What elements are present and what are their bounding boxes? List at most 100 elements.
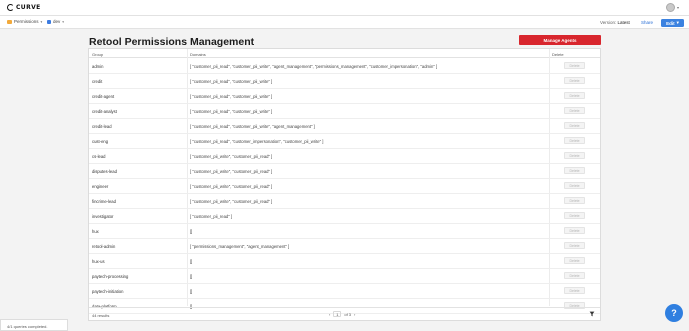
group-cell: investigator — [92, 214, 114, 219]
domains-cell: [ "customer_pii_read" ] — [190, 214, 233, 219]
table-row[interactable]: cs-lead [ "customer_pii_write", "customer… — [89, 149, 600, 164]
delete-button[interactable]: Delete — [564, 107, 585, 114]
domains-cell: [ "customer_pii_write", "customer_pii_re… — [190, 184, 273, 189]
share-button[interactable]: Share — [641, 20, 653, 25]
folder-icon — [7, 19, 12, 24]
lock-icon — [47, 19, 51, 24]
column-header-group[interactable]: Group — [92, 52, 103, 57]
logo[interactable]: CURVE — [7, 4, 41, 11]
delete-button[interactable]: Delete — [564, 62, 585, 69]
chevron-down-icon: ▾ — [62, 19, 65, 24]
group-cell: hux-us — [92, 259, 105, 264]
version-label: Version: — [600, 20, 617, 25]
domains-cell: [ "customer_pii_read", "customer_pii_wri… — [190, 64, 438, 69]
table-row[interactable]: fincrime-lead [ "customer_pii_write", "cu… — [89, 194, 600, 209]
version-value: Latest — [617, 20, 630, 25]
next-page-icon[interactable]: › — [354, 312, 355, 317]
domains-cell: [] — [190, 259, 193, 264]
group-cell: credit-agent — [92, 94, 115, 99]
breadcrumb-folder[interactable]: Permissions ▾ — [7, 19, 42, 24]
environment-select[interactable]: dev ▾ — [47, 19, 64, 24]
help-button[interactable]: ? — [665, 304, 683, 322]
avatar[interactable] — [666, 3, 675, 12]
delete-button[interactable]: Delete — [564, 122, 585, 129]
logo-text: CURVE — [16, 4, 41, 11]
delete-button[interactable]: Delete — [564, 212, 585, 219]
domains-cell: [ "customer_pii_read", "customer_pii_wri… — [190, 124, 315, 129]
group-cell: admin — [92, 64, 104, 69]
group-cell: credit — [92, 79, 103, 84]
app-header: Permissions ▾ dev ▾ Version: Latest Shar… — [0, 16, 689, 29]
domains-cell: [ "customer_pii_read", "customer_pii_wri… — [190, 94, 273, 99]
top-bar: CURVE ▾ — [0, 0, 689, 16]
curve-logo-icon — [7, 4, 14, 11]
delete-button[interactable]: Delete — [564, 182, 585, 189]
breadcrumb-folder-label: Permissions — [14, 19, 39, 24]
delete-button[interactable]: Delete — [564, 257, 585, 264]
table-footer: 44 results ‹ 1 of 3 › — [89, 307, 600, 320]
table-row[interactable]: credit-lead [ "customer_pii_read", "custo… — [89, 119, 600, 134]
previous-page-icon[interactable]: ‹ — [329, 312, 330, 317]
domains-cell: [] — [190, 289, 193, 294]
domains-cell: [ "customer_pii_write", "customer_pii_re… — [190, 154, 273, 159]
group-cell: fincrime-lead — [92, 199, 116, 204]
group-cell: cust-eng — [92, 139, 109, 144]
table-row[interactable]: cust-eng [ "customer_pii_read", "customer… — [89, 134, 600, 149]
table-row[interactable]: paytech-initiation [] Delete — [89, 284, 600, 299]
delete-button[interactable]: Delete — [564, 242, 585, 249]
table-row[interactable]: disputes-lead [ "customer_pii_write", "cu… — [89, 164, 600, 179]
version-selector[interactable]: Version: Latest — [600, 20, 630, 25]
domains-cell: [] — [190, 229, 193, 234]
delete-button[interactable]: Delete — [564, 137, 585, 144]
delete-button[interactable]: Delete — [564, 272, 585, 279]
table-row[interactable]: credit-analyst [ "customer_pii_read", "cu… — [89, 104, 600, 119]
delete-button[interactable]: Delete — [564, 92, 585, 99]
table-row[interactable]: engineer [ "customer_pii_write", "custome… — [89, 179, 600, 194]
chevron-down-icon[interactable]: ▾ — [677, 5, 679, 10]
table-row[interactable]: hux-us [] Delete — [89, 254, 600, 269]
table-row[interactable]: retool-admin [ "permissions_management", … — [89, 239, 600, 254]
delete-button[interactable]: Delete — [564, 197, 585, 204]
group-cell: disputes-lead — [92, 169, 117, 174]
help-icon: ? — [671, 308, 677, 318]
table-row[interactable]: credit-agent [ "customer_pii_read", "cust… — [89, 89, 600, 104]
column-header-delete[interactable]: Delete — [552, 52, 564, 57]
domains-cell: [ "permissions_management", "agent_manag… — [190, 244, 290, 249]
domains-cell: [ "customer_pii_write", "customer_pii_re… — [190, 169, 273, 174]
edit-button[interactable]: Edit ▾ — [661, 19, 684, 27]
environment-label: dev — [53, 19, 61, 24]
group-cell: paytech-processing — [92, 274, 129, 279]
results-count: 44 results — [92, 313, 110, 318]
permissions-table: Group Domains Delete admin [ "customer_pi… — [88, 48, 601, 321]
delete-button[interactable]: Delete — [564, 152, 585, 159]
domains-cell: [] — [190, 274, 193, 279]
table-row[interactable]: credit [ "customer_pii_read", "customer_p… — [89, 74, 600, 89]
group-cell: credit-lead — [92, 124, 112, 129]
column-header-domains[interactable]: Domains — [190, 52, 206, 57]
domains-cell: [ "customer_pii_read", "customer_pii_wri… — [190, 109, 273, 114]
group-cell: retool-admin — [92, 244, 116, 249]
group-cell: credit-analyst — [92, 109, 117, 114]
edit-label: Edit — [666, 20, 675, 26]
pagination: ‹ 1 of 3 › — [329, 311, 355, 317]
filter-icon[interactable] — [589, 311, 595, 317]
page-number-input[interactable]: 1 — [333, 311, 342, 317]
group-cell: cs-lead — [92, 154, 106, 159]
domains-cell: [ "customer_pii_write", "customer_pii_re… — [190, 199, 273, 204]
manage-agents-button[interactable]: Manage Agents — [519, 35, 601, 45]
table-header: Group Domains Delete — [89, 49, 600, 58]
table-row[interactable]: admin [ "customer_pii_read", "customer_pi… — [89, 59, 600, 74]
delete-button[interactable]: Delete — [564, 287, 585, 294]
delete-button[interactable]: Delete — [564, 77, 585, 84]
query-status: 4/1 queries completed. — [0, 319, 68, 331]
domains-cell: [ "customer_pii_read", "customer_imperso… — [190, 139, 324, 144]
chevron-down-icon: ▾ — [676, 20, 679, 25]
delete-button[interactable]: Delete — [564, 227, 585, 234]
delete-button[interactable]: Delete — [564, 167, 585, 174]
table-row[interactable]: hux [] Delete — [89, 224, 600, 239]
domains-cell: [ "customer_pii_read", "customer_pii_wri… — [190, 79, 273, 84]
group-cell: engineer — [92, 184, 109, 189]
table-row[interactable]: paytech-processing [] Delete — [89, 269, 600, 284]
page-total: of 3 — [344, 311, 352, 317]
table-row[interactable]: investigator [ "customer_pii_read" ] Delet… — [89, 209, 600, 224]
